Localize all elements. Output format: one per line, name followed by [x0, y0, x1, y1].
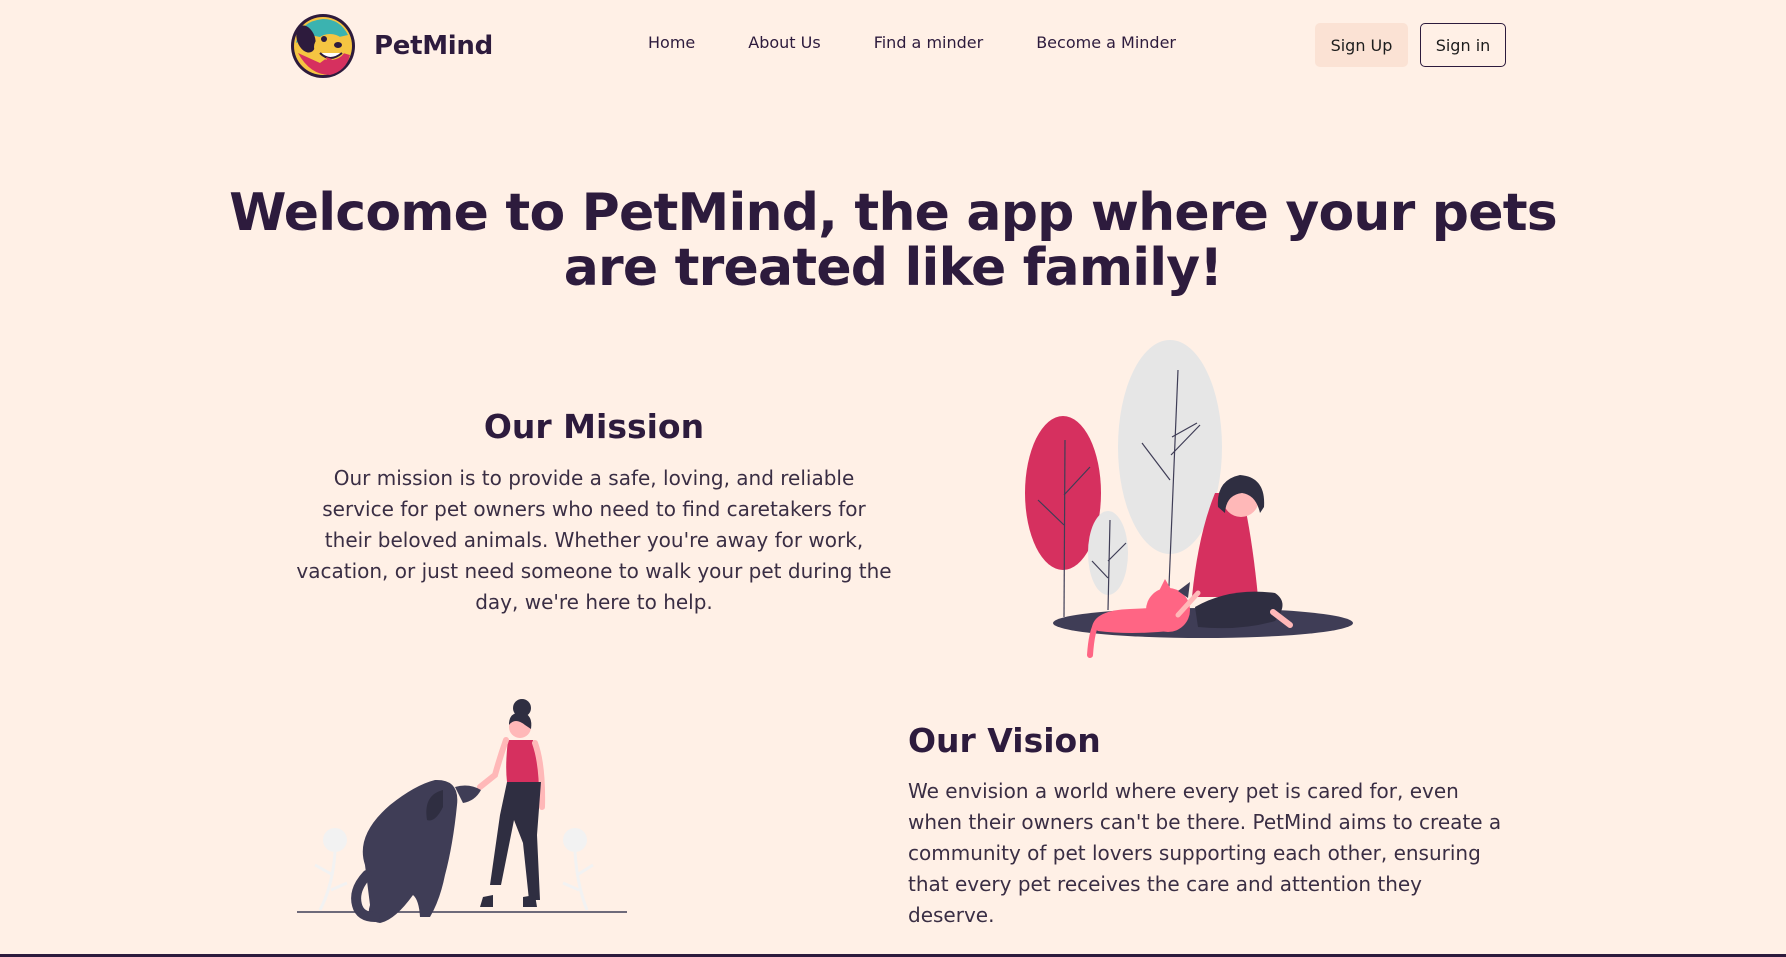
nav-links: Home About Us Find a minder Become a Min… [648, 33, 1229, 52]
mission-title: Our Mission [483, 407, 705, 446]
brand-logo-link[interactable]: PetMind [290, 13, 493, 79]
hero-heading-line-1: Welcome to PetMind, the app where your p… [229, 183, 1558, 243]
dog-face-logo-icon [291, 14, 355, 78]
brand-name: PetMind [374, 31, 493, 61]
sign-up-button[interactable]: Sign Up [1315, 23, 1408, 67]
hero-heading: Welcome to PetMind, the app where your p… [0, 186, 1786, 296]
woman-with-dog-illustration [297, 699, 627, 923]
hero-heading-line-2: are treated like family! [563, 238, 1223, 298]
top-navbar: PetMind Home About Us Find a minder Beco… [0, 0, 1786, 90]
vision-text: We envision a world where every pet is c… [908, 779, 1502, 927]
nav-home-link[interactable]: Home [648, 33, 695, 52]
woman-with-cat-illustration [1025, 340, 1353, 658]
mission-text: Our mission is to provide a safe, loving… [296, 466, 892, 614]
sign-in-button[interactable]: Sign in [1420, 23, 1506, 67]
nav-about-link[interactable]: About Us [748, 33, 820, 52]
nav-find-minder-link[interactable]: Find a minder [874, 33, 984, 52]
vision-title: Our Vision [908, 721, 1101, 760]
nav-become-minder-link[interactable]: Become a Minder [1036, 33, 1176, 52]
